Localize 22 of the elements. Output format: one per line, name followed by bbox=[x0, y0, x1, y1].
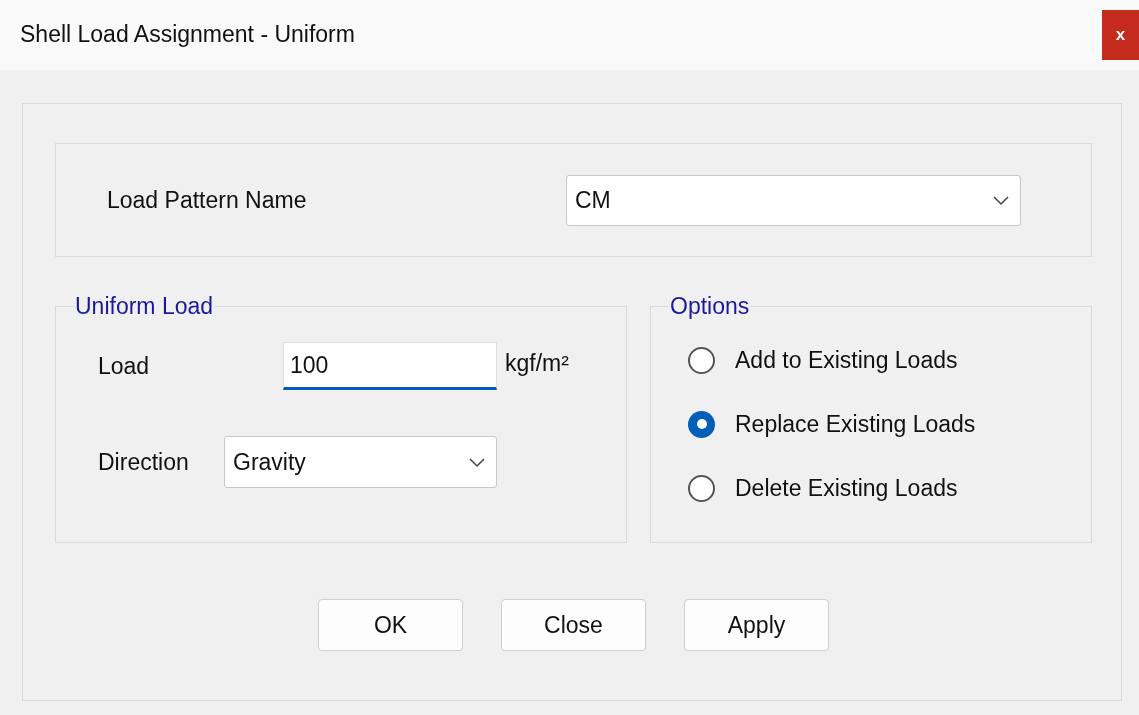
radio-button[interactable] bbox=[688, 474, 715, 502]
radio-option[interactable]: Replace Existing Loads bbox=[688, 410, 976, 438]
radio-button[interactable] bbox=[688, 410, 715, 438]
group-title: Options bbox=[669, 293, 751, 320]
dialog-button[interactable]: OK bbox=[318, 599, 463, 651]
field-label: Load bbox=[98, 352, 151, 380]
field-label: Load Pattern Name bbox=[107, 186, 308, 214]
group-title: Uniform Load bbox=[74, 293, 215, 320]
radio-option[interactable]: Delete Existing Loads bbox=[688, 474, 958, 502]
dialog-button[interactable]: Close bbox=[501, 599, 646, 651]
radio-option[interactable]: Add to Existing Loads bbox=[688, 346, 958, 374]
chevron-down-icon bbox=[468, 456, 486, 468]
input-field[interactable]: 100 bbox=[283, 342, 497, 390]
dialog-button[interactable]: Apply bbox=[684, 599, 829, 651]
window-title: Shell Load Assignment - Uniform bbox=[20, 21, 356, 48]
unit-label: kgf/m² bbox=[505, 349, 569, 377]
field-label: Direction bbox=[98, 448, 190, 476]
window-close-button[interactable]: x bbox=[1102, 10, 1139, 60]
dropdown[interactable]: Gravity bbox=[224, 436, 497, 488]
radio-button[interactable] bbox=[688, 346, 715, 374]
dropdown[interactable]: CM bbox=[566, 174, 1021, 226]
chevron-down-icon bbox=[992, 194, 1010, 206]
